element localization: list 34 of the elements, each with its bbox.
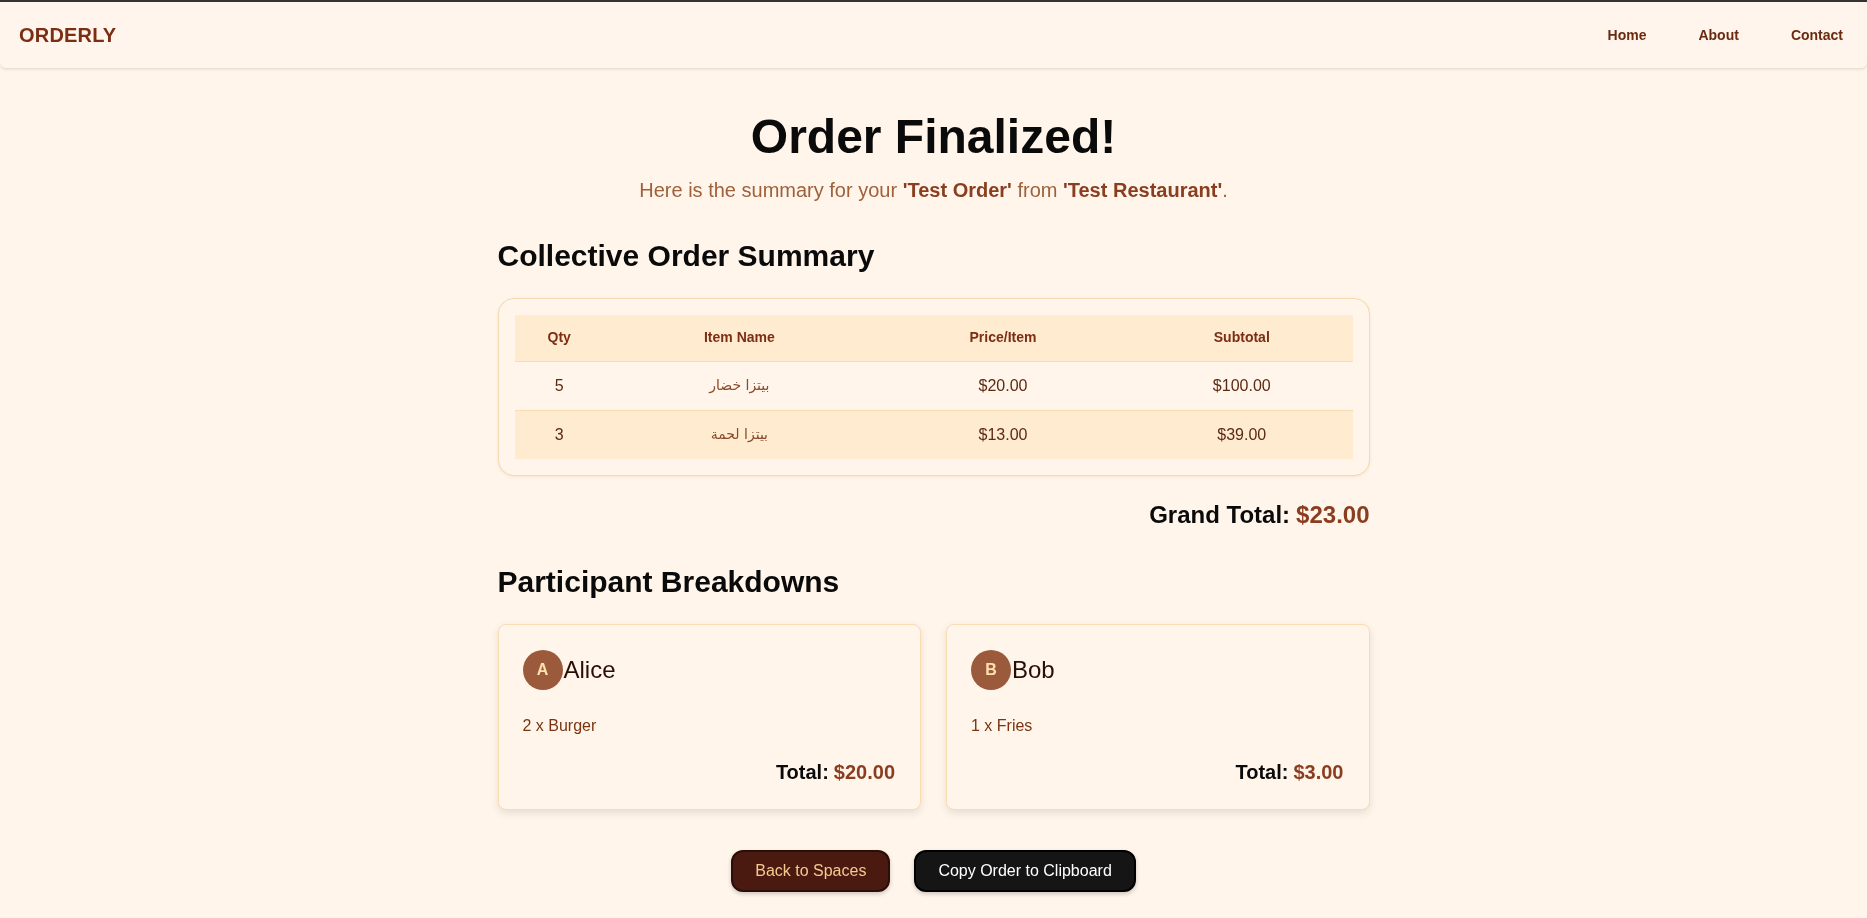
nav-link[interactable]: Contact	[1790, 24, 1843, 46]
table-cell: بيتزا لحمة	[603, 410, 875, 459]
nav-link[interactable]: About	[1698, 24, 1739, 46]
back-button[interactable]: Back to Spaces	[731, 850, 891, 892]
column-header: Subtotal	[1131, 315, 1353, 361]
table-cell: بيتزا خضار	[603, 361, 875, 410]
table-cell: $13.00	[874, 410, 1132, 459]
page-title: Order Finalized!	[750, 113, 1117, 161]
participant-name: Alice	[563, 655, 616, 685]
participant-total-amount: $3.00	[1293, 760, 1344, 785]
table-cell: $100.00	[1131, 361, 1353, 410]
brand-logo[interactable]: ORDERLY	[19, 20, 117, 50]
grand-total-amount: $23.00	[1296, 500, 1370, 530]
section-heading: Collective Order Summary	[497, 238, 876, 274]
participant-item: 1 x Fries	[971, 716, 1034, 736]
participant-item: 2 x Burger	[522, 716, 598, 736]
participant-name: Bob	[1012, 655, 1055, 685]
column-header: Qty	[514, 315, 604, 361]
participant-total-label: Total:	[775, 760, 829, 785]
nav-link[interactable]: Home	[1607, 24, 1647, 46]
column-header: Price/Item	[874, 315, 1132, 361]
avatar-initial: A	[522, 650, 563, 690]
order-summary-description: Here is the summary for your 'Test Order' from 'Test Restaurant'.	[639, 178, 1228, 203]
participant-total-label: Total:	[1235, 760, 1289, 785]
avatar-initial: B	[971, 650, 1011, 690]
table-cell: 3	[514, 410, 604, 459]
column-header: Item Name	[603, 315, 875, 361]
participant-total-amount: $20.00	[833, 760, 895, 785]
grand-total-label: Grand Total:	[1149, 500, 1291, 530]
table-cell: 5	[514, 361, 604, 410]
section-heading: Participant Breakdowns	[497, 564, 841, 600]
table-cell: $39.00	[1131, 410, 1353, 459]
table-cell: $20.00	[874, 361, 1132, 410]
copy-button[interactable]: Copy Order to Clipboard	[914, 850, 1136, 892]
